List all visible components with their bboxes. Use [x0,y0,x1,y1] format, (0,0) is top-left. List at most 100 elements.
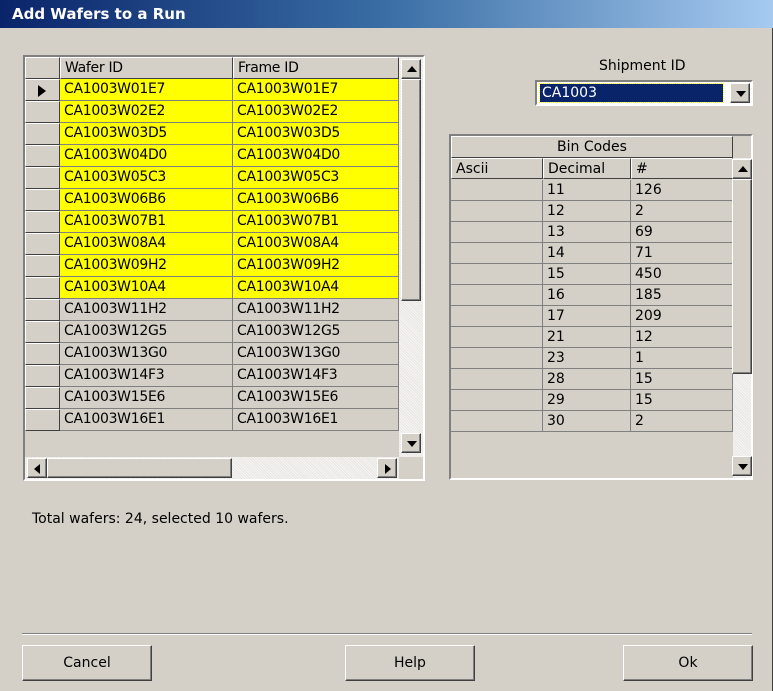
wafer-id-cell[interactable]: CA1003W13G0 [60,343,233,365]
row-selector[interactable] [25,277,60,299]
column-header-frame-id[interactable]: Frame ID [233,57,399,79]
bin-code-row[interactable]: 21 12 [451,327,733,348]
scroll-right-button[interactable] [377,458,397,478]
row-selector[interactable] [25,101,60,123]
frame-id-cell[interactable]: CA1003W04D0 [233,145,399,167]
wafer-id-cell[interactable]: CA1003W16E1 [60,409,233,431]
column-header-count[interactable]: # [631,158,733,179]
frame-id-cell[interactable]: CA1003W08A4 [233,233,399,255]
bin-codes-vscroll-thumb[interactable] [732,179,752,374]
bin-code-row[interactable]: 29 15 [451,390,733,411]
bin-scroll-down-button[interactable] [732,456,752,476]
table-row[interactable]: CA1003W04D0 CA1003W04D0 [25,145,399,167]
wafer-id-cell[interactable]: CA1003W10A4 [60,277,233,299]
row-selector[interactable] [25,79,60,101]
frame-id-cell[interactable]: CA1003W07B1 [233,211,399,233]
table-row[interactable]: CA1003W07B1 CA1003W07B1 [25,211,399,233]
bin-code-row[interactable]: 23 1 [451,348,733,369]
table-row[interactable]: CA1003W05C3 CA1003W05C3 [25,167,399,189]
scroll-down-button[interactable] [401,433,421,453]
bin-code-row[interactable]: 12 2 [451,201,733,222]
bin-code-row[interactable]: 15 450 [451,264,733,285]
table-row[interactable]: CA1003W03D5 CA1003W03D5 [25,123,399,145]
row-selector[interactable] [25,233,60,255]
table-row[interactable]: CA1003W11H2 CA1003W11H2 [25,299,399,321]
wafer-id-cell[interactable]: CA1003W11H2 [60,299,233,321]
wafer-id-cell[interactable]: CA1003W09H2 [60,255,233,277]
frame-id-cell[interactable]: CA1003W10A4 [233,277,399,299]
count-cell: 69 [631,222,733,243]
wafer-id-cell[interactable]: CA1003W03D5 [60,123,233,145]
row-selector[interactable] [25,299,60,321]
frame-id-cell[interactable]: CA1003W02E2 [233,101,399,123]
wafer-grid-body: Wafer ID Frame ID CA1003W01E7 CA1003W01E7… [25,57,399,457]
row-selector[interactable] [25,387,60,409]
wafer-id-cell[interactable]: CA1003W04D0 [60,145,233,167]
table-row[interactable]: CA1003W09H2 CA1003W09H2 [25,255,399,277]
wafer-id-cell[interactable]: CA1003W14F3 [60,365,233,387]
bin-code-row[interactable]: 30 2 [451,411,733,432]
row-selector[interactable] [25,145,60,167]
frame-id-cell[interactable]: CA1003W05C3 [233,167,399,189]
row-selector[interactable] [25,123,60,145]
frame-id-cell[interactable]: CA1003W09H2 [233,255,399,277]
wafer-id-cell[interactable]: CA1003W02E2 [60,101,233,123]
row-selector[interactable] [25,211,60,233]
table-row[interactable]: CA1003W10A4 CA1003W10A4 [25,277,399,299]
wafer-grid-vscroll-thumb[interactable] [401,79,421,301]
table-row[interactable]: CA1003W15E6 CA1003W15E6 [25,387,399,409]
table-row[interactable]: CA1003W14F3 CA1003W14F3 [25,365,399,387]
table-row[interactable]: CA1003W06B6 CA1003W06B6 [25,189,399,211]
table-row[interactable]: CA1003W08A4 CA1003W08A4 [25,233,399,255]
table-row[interactable]: CA1003W16E1 CA1003W16E1 [25,409,399,431]
table-row[interactable]: CA1003W13G0 CA1003W13G0 [25,343,399,365]
wafer-id-cell[interactable]: CA1003W01E7 [60,79,233,101]
bin-scroll-up-button[interactable] [732,159,752,179]
row-selector[interactable] [25,189,60,211]
frame-id-cell[interactable]: CA1003W01E7 [233,79,399,101]
frame-id-cell[interactable]: CA1003W16E1 [233,409,399,431]
scroll-left-button[interactable] [27,458,47,478]
frame-id-cell[interactable]: CA1003W03D5 [233,123,399,145]
bin-codes-table[interactable]: Bin Codes Ascii Decimal # 11 126 12 2 13 69 14… [449,134,753,480]
row-selector[interactable] [25,409,60,431]
scroll-up-button[interactable] [401,59,421,79]
row-selector[interactable] [25,255,60,277]
frame-id-cell[interactable]: CA1003W11H2 [233,299,399,321]
chevron-down-icon [736,91,746,97]
cancel-button[interactable]: Cancel [22,645,152,681]
row-selector[interactable] [25,167,60,189]
bin-code-row[interactable]: 16 185 [451,285,733,306]
table-row[interactable]: CA1003W01E7 CA1003W01E7 [25,79,399,101]
column-header-decimal[interactable]: Decimal [543,158,631,179]
wafer-id-cell[interactable]: CA1003W12G5 [60,321,233,343]
column-header-ascii[interactable]: Ascii [451,158,543,179]
bin-code-row[interactable]: 28 15 [451,369,733,390]
row-selector[interactable] [25,321,60,343]
row-selector[interactable] [25,365,60,387]
help-button[interactable]: Help [345,645,475,681]
frame-id-cell[interactable]: CA1003W06B6 [233,189,399,211]
bin-code-row[interactable]: 14 71 [451,243,733,264]
frame-id-cell[interactable]: CA1003W13G0 [233,343,399,365]
ok-button[interactable]: Ok [623,645,753,681]
wafer-id-cell[interactable]: CA1003W05C3 [60,167,233,189]
bin-code-row[interactable]: 11 126 [451,180,733,201]
bin-code-row[interactable]: 13 69 [451,222,733,243]
wafer-id-cell[interactable]: CA1003W07B1 [60,211,233,233]
column-header-wafer-id[interactable]: Wafer ID [60,57,233,79]
wafer-id-cell[interactable]: CA1003W15E6 [60,387,233,409]
wafer-grid[interactable]: Wafer ID Frame ID CA1003W01E7 CA1003W01E7… [23,55,425,481]
shipment-dropdown-button[interactable] [730,83,750,103]
wafer-grid-hscroll-thumb[interactable] [47,458,232,478]
shipment-id-select[interactable]: CA1003 [535,80,753,106]
wafer-id-cell[interactable]: CA1003W06B6 [60,189,233,211]
table-row[interactable]: CA1003W02E2 CA1003W02E2 [25,101,399,123]
table-row[interactable]: CA1003W12G5 CA1003W12G5 [25,321,399,343]
frame-id-cell[interactable]: CA1003W15E6 [233,387,399,409]
frame-id-cell[interactable]: CA1003W12G5 [233,321,399,343]
bin-code-row[interactable]: 17 209 [451,306,733,327]
wafer-id-cell[interactable]: CA1003W08A4 [60,233,233,255]
row-selector[interactable] [25,343,60,365]
frame-id-cell[interactable]: CA1003W14F3 [233,365,399,387]
